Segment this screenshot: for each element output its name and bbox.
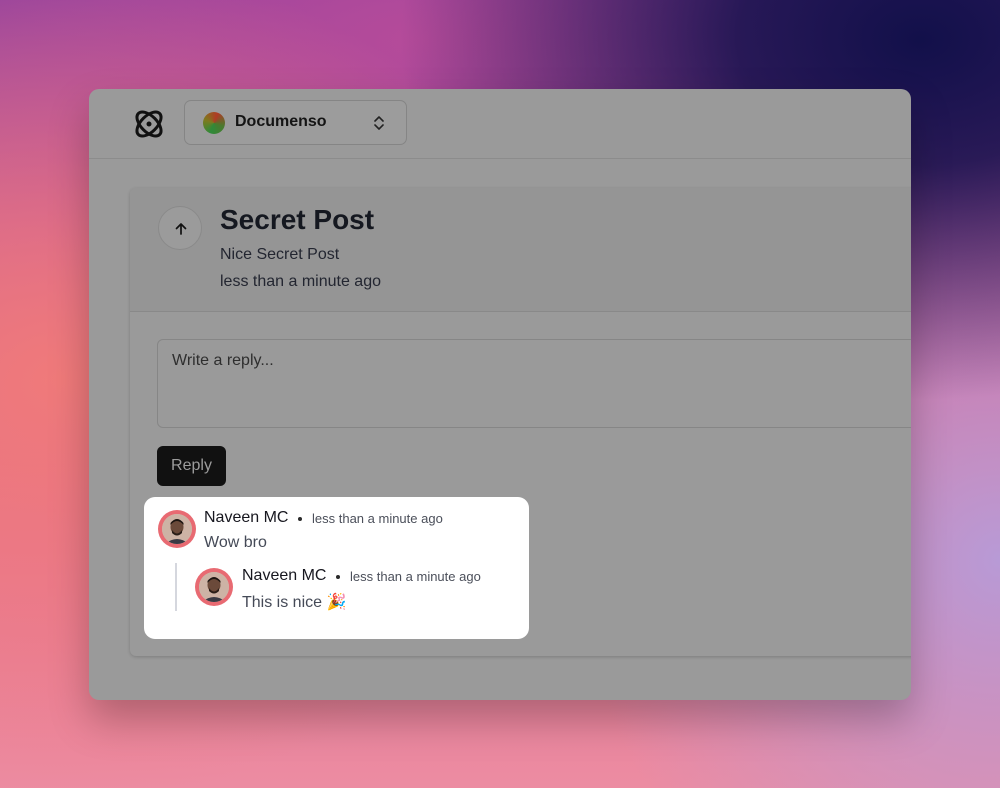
team-name: Documenso <box>235 113 327 130</box>
team-avatar <box>203 112 225 134</box>
chevron-up-down-icon <box>374 116 384 130</box>
upvote-button[interactable] <box>158 206 202 250</box>
arrow-up-icon <box>175 223 187 235</box>
atom-icon[interactable] <box>131 106 167 142</box>
post-description: Nice Secret Post <box>220 246 340 263</box>
comment-thread: Naveen MC less than a minute ago Wow bro… <box>144 497 529 639</box>
reply-input[interactable] <box>157 339 911 428</box>
comment-timestamp: less than a minute ago <box>312 511 443 526</box>
separator-dot <box>336 575 340 579</box>
top-bar: Documenso <box>89 89 911 159</box>
post-header: Secret Post Nice Secret Post less than a… <box>130 188 911 312</box>
reply-author[interactable]: Naveen MC <box>242 567 326 585</box>
reply-timestamp: less than a minute ago <box>350 569 481 584</box>
separator-dot <box>298 517 302 521</box>
avatar <box>195 568 233 606</box>
reply-text: This is nice 🎉 <box>242 594 347 611</box>
comment-author[interactable]: Naveen MC <box>204 509 288 527</box>
comment-text: Wow bro <box>204 534 267 551</box>
thread-line <box>175 563 177 611</box>
post-timestamp: less than a minute ago <box>220 273 381 290</box>
team-selector[interactable]: Documenso <box>184 100 407 145</box>
avatar <box>158 510 196 548</box>
reply-button[interactable]: Reply <box>157 446 226 486</box>
post-title: Secret Post <box>220 204 375 235</box>
